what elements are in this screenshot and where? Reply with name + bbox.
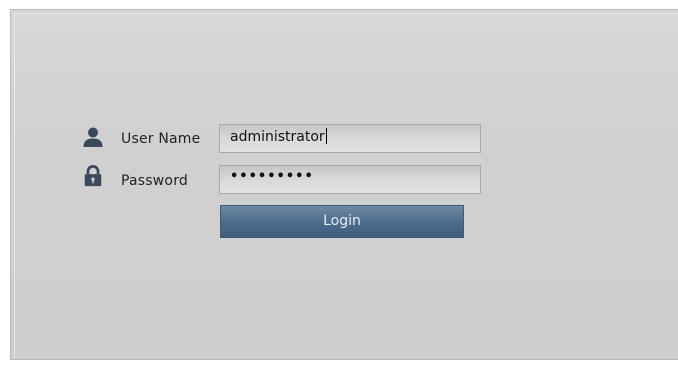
lock-icon bbox=[84, 165, 102, 187]
text-caret bbox=[325, 128, 327, 144]
password-masked-value: ••••••••• bbox=[230, 169, 314, 184]
password-input[interactable]: ••••••••• bbox=[219, 165, 481, 194]
password-label: Password bbox=[121, 173, 188, 189]
username-input[interactable]: administrator bbox=[219, 124, 481, 153]
username-label: User Name bbox=[121, 131, 201, 147]
username-value: administrator bbox=[230, 129, 325, 145]
login-button[interactable]: Login bbox=[220, 205, 464, 238]
user-icon bbox=[83, 127, 103, 147]
